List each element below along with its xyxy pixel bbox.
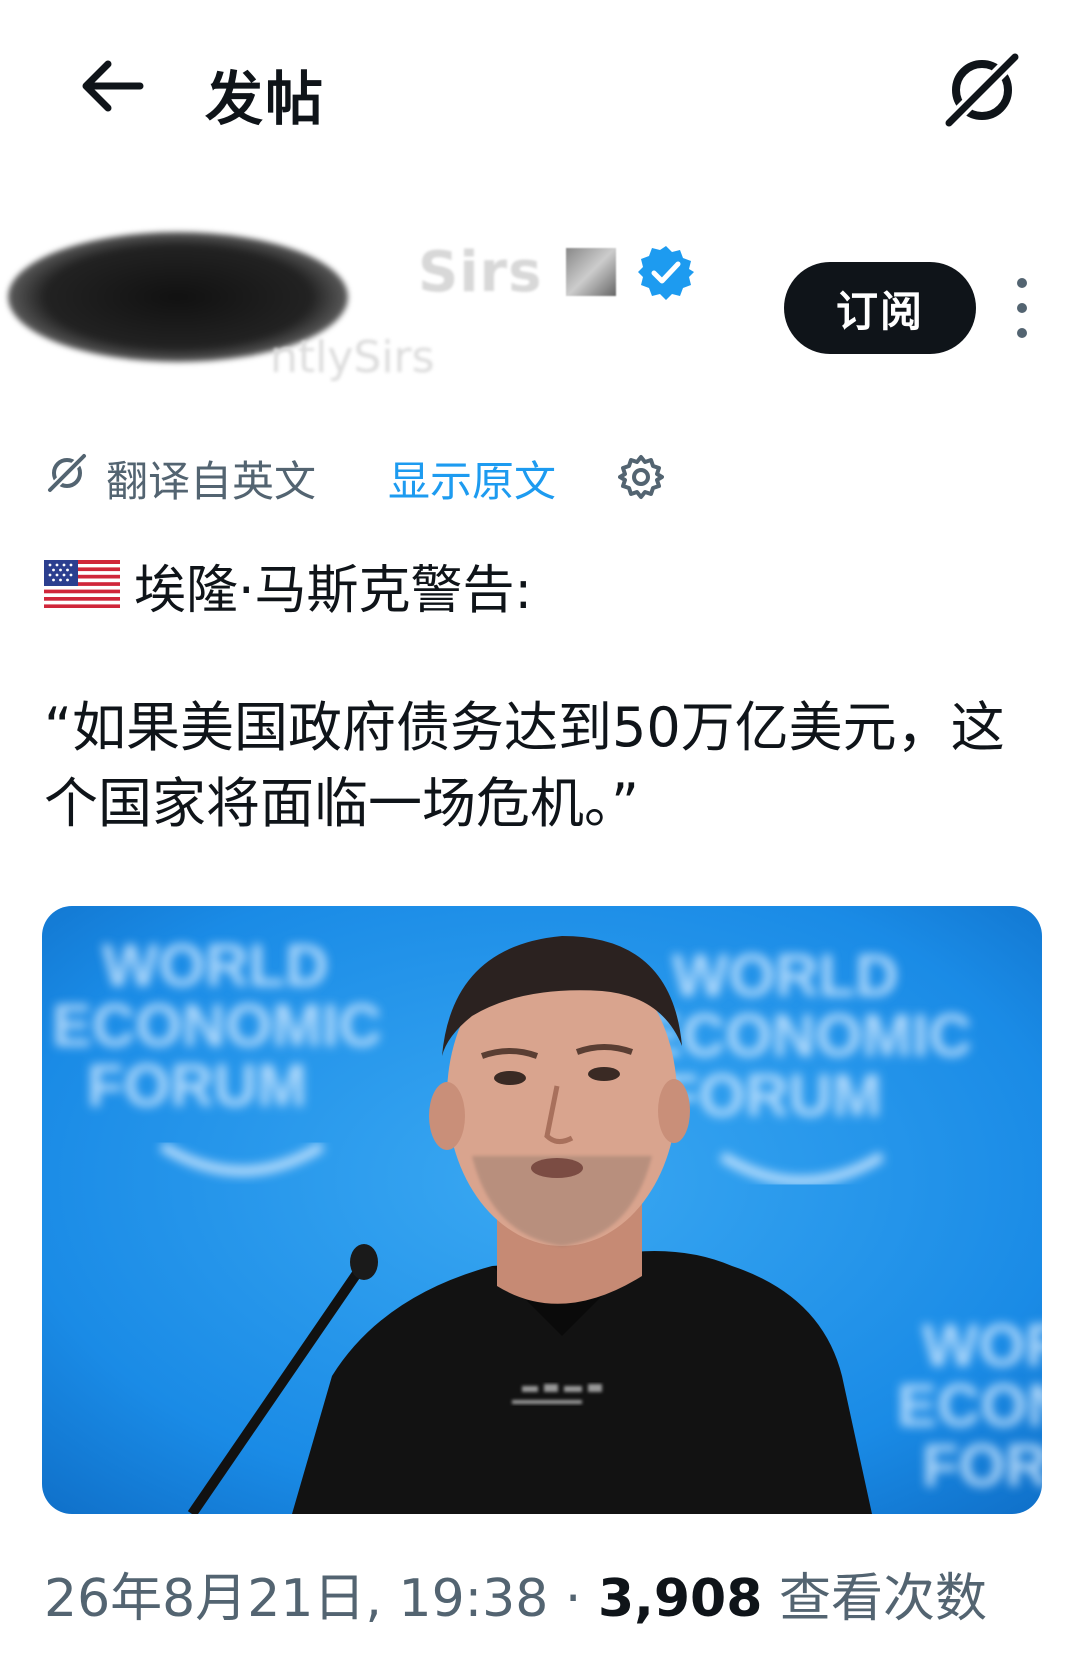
gear-icon[interactable]	[618, 454, 664, 500]
svg-text:WORLD: WORLD	[672, 942, 899, 1009]
subscribe-button[interactable]: 订阅	[784, 262, 976, 354]
svg-text:WORLD: WORLD	[102, 932, 329, 999]
svg-text:ECONOMIC: ECONOMIC	[52, 992, 382, 1059]
author-handle[interactable]: ntlySirs	[270, 332, 435, 383]
post-photo: WORLD ECONOMIC FORUM WORLD ECONOMIC FORU…	[42, 906, 1042, 1514]
post-timestamp[interactable]: 26年8月21日, 19:38	[44, 1569, 548, 1629]
svg-text:ECON: ECON	[897, 1372, 1042, 1439]
more-options-button[interactable]	[1000, 278, 1044, 338]
svg-text:FORUM: FORUM	[87, 1052, 307, 1119]
post-headline: 埃隆·马斯克警告:	[134, 561, 533, 621]
author-display-name[interactable]: Sirs	[418, 240, 542, 305]
svg-text:ECONOMIC: ECONOMIC	[642, 1002, 972, 1069]
name-emoji-badge	[566, 248, 616, 296]
arrow-left-icon	[82, 60, 144, 112]
translation-label: 翻译自英文	[106, 457, 317, 506]
post-quote-text: “如果美国政府债务达到50万亿美元，这个国家将面临一场危机。”	[44, 696, 1005, 835]
view-count[interactable]: 3,908	[598, 1569, 762, 1629]
grok-icon	[942, 50, 1022, 130]
us-flag-icon	[44, 560, 120, 608]
show-original-link[interactable]: 显示原文	[388, 448, 556, 509]
more-vertical-icon	[1017, 278, 1027, 288]
post-image[interactable]: WORLD ECONOMIC FORUM WORLD ECONOMIC FORU…	[42, 906, 1042, 1514]
verified-badge-icon	[638, 244, 694, 300]
views-label: 查看次数	[778, 1569, 987, 1629]
svg-text:FOR: FOR	[922, 1432, 1042, 1499]
meta-separator: ·	[564, 1569, 582, 1629]
svg-text:WOR: WOR	[922, 1312, 1042, 1379]
svg-text:FORUM: FORUM	[662, 1062, 882, 1129]
grok-button[interactable]	[934, 42, 1030, 138]
back-button[interactable]	[72, 46, 152, 126]
page-title: 发帖	[205, 65, 326, 133]
post-meta: 26年8月21日, 19:38 · 3,908 查看次数	[44, 1556, 987, 1631]
translate-icon	[46, 452, 88, 494]
